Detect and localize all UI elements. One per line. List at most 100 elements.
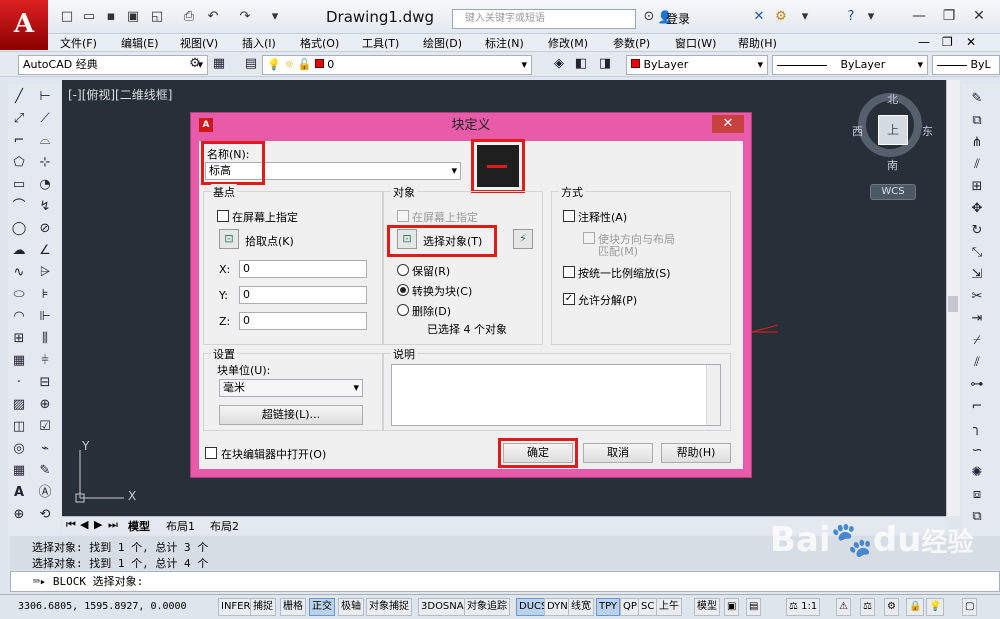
extend-icon[interactable]: ⇥ bbox=[968, 310, 986, 328]
workspace-select[interactable]: AutoCAD 经典 ▾ bbox=[18, 55, 208, 75]
table-icon[interactable]: ▦ bbox=[10, 462, 28, 480]
diameter-dimension-icon[interactable]: ⊘ bbox=[36, 220, 54, 238]
ordinate-dimension-icon[interactable]: ⊹ bbox=[36, 154, 54, 172]
toggle-snap[interactable]: 捕捉 bbox=[250, 598, 276, 616]
toggle-infer[interactable]: INFER bbox=[218, 598, 254, 616]
array-icon[interactable]: ⊞ bbox=[968, 178, 986, 196]
layer-manager-icon[interactable]: ▤ bbox=[242, 55, 260, 73]
region-icon[interactable]: ◎ bbox=[10, 440, 28, 458]
help-icon[interactable]: ? bbox=[842, 8, 860, 26]
workspace-settings-icon[interactable]: ▦ bbox=[210, 55, 228, 73]
center-mark-icon[interactable]: ⊕ bbox=[36, 396, 54, 414]
basepoint-onscreen-checkbox[interactable] bbox=[217, 210, 229, 222]
open-folder-icon[interactable]: ▭ bbox=[80, 8, 98, 26]
fillet-icon[interactable]: ╮ bbox=[968, 420, 986, 438]
dropdown-chevron-icon[interactable]: ▾ bbox=[266, 8, 284, 26]
compass-south[interactable]: 南 bbox=[887, 157, 898, 173]
objects-onscreen-checkbox[interactable] bbox=[397, 210, 409, 222]
pick-point-icon[interactable]: ⊡ bbox=[219, 229, 239, 249]
save-icon[interactable]: ▪ bbox=[102, 8, 120, 26]
menu-parametric[interactable]: 参数(P) bbox=[613, 35, 650, 51]
make-block-icon[interactable]: ▦ bbox=[10, 352, 28, 370]
scale-icon[interactable]: ⤡ bbox=[968, 244, 986, 262]
radius-dimension-icon[interactable]: ◔ bbox=[36, 176, 54, 194]
model-space-button[interactable]: 模型 bbox=[694, 598, 720, 616]
angular-dimension-icon[interactable]: ∠ bbox=[36, 242, 54, 260]
login-link[interactable]: 登录 bbox=[666, 10, 690, 27]
compass-west[interactable]: 西 bbox=[852, 123, 863, 139]
insert-block-icon[interactable]: ⊞ bbox=[10, 330, 28, 348]
viewcube-top-face[interactable]: 上 bbox=[878, 115, 908, 145]
wcs-menu[interactable]: WCS bbox=[870, 184, 916, 200]
line-icon[interactable]: ╱ bbox=[10, 88, 28, 106]
undo-icon[interactable]: ↶ bbox=[204, 8, 222, 26]
toggle-lineweight[interactable]: 线宽 bbox=[568, 598, 594, 616]
continue-dimension-icon[interactable]: ⊩ bbox=[36, 308, 54, 326]
color-select[interactable]: ByLayer ▾ bbox=[626, 55, 768, 75]
quick-view-drawings-icon[interactable]: ▤ bbox=[746, 598, 762, 616]
trim-icon[interactable]: ✂ bbox=[968, 288, 986, 306]
hyperlink-button[interactable]: 超链接(L)... bbox=[219, 405, 363, 425]
rectangle-icon[interactable]: ▭ bbox=[10, 176, 28, 194]
quick-select-icon[interactable]: ⚡ bbox=[513, 229, 533, 249]
scale-uniformly-checkbox[interactable] bbox=[563, 266, 575, 278]
multiline-text-icon[interactable]: A bbox=[10, 484, 28, 502]
tab-layout1[interactable]: 布局1 bbox=[166, 518, 195, 534]
tolerance-icon[interactable]: ⊟ bbox=[36, 374, 54, 392]
match-orientation-checkbox[interactable] bbox=[583, 232, 595, 244]
prev-tab-icon[interactable]: ◀ bbox=[80, 518, 88, 531]
copy-icon[interactable]: ⧉ bbox=[968, 112, 986, 130]
lineweight-select[interactable]: ByL bbox=[932, 55, 1000, 75]
gear-icon[interactable]: ⚙ bbox=[186, 55, 204, 73]
move-icon[interactable]: ✥ bbox=[968, 200, 986, 218]
maximize-window-icon[interactable]: ❐ bbox=[938, 6, 960, 26]
toggle-ortho[interactable]: 正交 bbox=[309, 598, 335, 616]
revision-cloud-icon[interactable]: ☁ bbox=[10, 242, 28, 260]
arc-length-icon[interactable]: ⌓ bbox=[36, 132, 54, 150]
viewport-controls-label[interactable]: [-][俯视][二维线框] bbox=[68, 86, 172, 103]
join-icon[interactable]: ⊶ bbox=[968, 376, 986, 394]
explode-icon[interactable]: ✺ bbox=[968, 464, 986, 482]
mirror-icon[interactable]: ⋔ bbox=[968, 134, 986, 152]
dimension-update-icon[interactable]: ⟲ bbox=[36, 506, 54, 524]
coordinates-readout[interactable]: 3306.6805, 1595.8927, 0.0000 bbox=[18, 601, 187, 612]
close-window-icon[interactable]: ✕ bbox=[968, 6, 990, 26]
add-selected-icon[interactable]: ⊕ bbox=[10, 506, 28, 524]
spline-icon[interactable]: ∿ bbox=[10, 264, 28, 282]
toggle-dyn[interactable]: DYN bbox=[544, 598, 571, 616]
allow-explode-checkbox[interactable]: ✓ bbox=[563, 293, 575, 305]
description-textarea[interactable] bbox=[391, 364, 721, 426]
autocad-logo[interactable]: A bbox=[0, 0, 48, 50]
layer-select[interactable]: 💡 ☼ 🔓 0 ▾ bbox=[262, 55, 532, 75]
search-input[interactable]: 键入关键字或短语 bbox=[452, 9, 636, 29]
quick-view-layouts-icon[interactable]: ▣ bbox=[724, 598, 740, 616]
auto-scale-icon[interactable]: ⚖ bbox=[860, 598, 875, 616]
toggle-grid[interactable]: 栅格 bbox=[280, 598, 306, 616]
toggle-sc[interactable]: SC bbox=[638, 598, 658, 616]
polyline-icon[interactable]: ⌐ bbox=[10, 132, 28, 150]
stretch-icon[interactable]: ⇲ bbox=[968, 266, 986, 284]
break-at-point-icon[interactable]: ⌿ bbox=[968, 332, 986, 350]
toolbar-lock-icon[interactable]: 🔒 bbox=[906, 598, 925, 616]
tab-model[interactable]: 模型 bbox=[128, 518, 150, 534]
redo-icon[interactable]: ↷ bbox=[236, 8, 254, 26]
break-icon[interactable]: ⫽ bbox=[968, 354, 986, 372]
cancel-button[interactable]: 取消 bbox=[583, 443, 653, 463]
linear-dimension-icon[interactable]: ⊢ bbox=[36, 88, 54, 106]
make-current-layer-icon[interactable]: ◈ bbox=[550, 55, 568, 73]
linetype-select[interactable]: ByLayer ▾ bbox=[772, 55, 928, 75]
toggle-osnap[interactable]: 对象捕捉 bbox=[366, 598, 412, 616]
toggle-am[interactable]: 上午 bbox=[656, 598, 682, 616]
help-button[interactable]: 帮助(H) bbox=[661, 443, 731, 463]
autodesk-app-icon[interactable]: ⚙ bbox=[772, 8, 790, 26]
dropdown-chevron-icon[interactable]: ▾ bbox=[862, 8, 880, 26]
baseline-dimension-icon[interactable]: ⊧ bbox=[36, 286, 54, 304]
first-tab-icon[interactable]: ⏮ bbox=[66, 518, 76, 532]
doc-minimize-icon[interactable]: — bbox=[918, 35, 930, 49]
draworder-icon[interactable]: ⧈ bbox=[968, 486, 986, 504]
ellipse-icon[interactable]: ⬭ bbox=[10, 286, 28, 304]
doc-restore-icon[interactable]: ❐ bbox=[942, 35, 953, 49]
drawn-line[interactable] bbox=[751, 324, 779, 333]
menu-insert[interactable]: 插入(I) bbox=[242, 35, 276, 51]
dimension-space-icon[interactable]: ⫼ bbox=[36, 330, 54, 348]
